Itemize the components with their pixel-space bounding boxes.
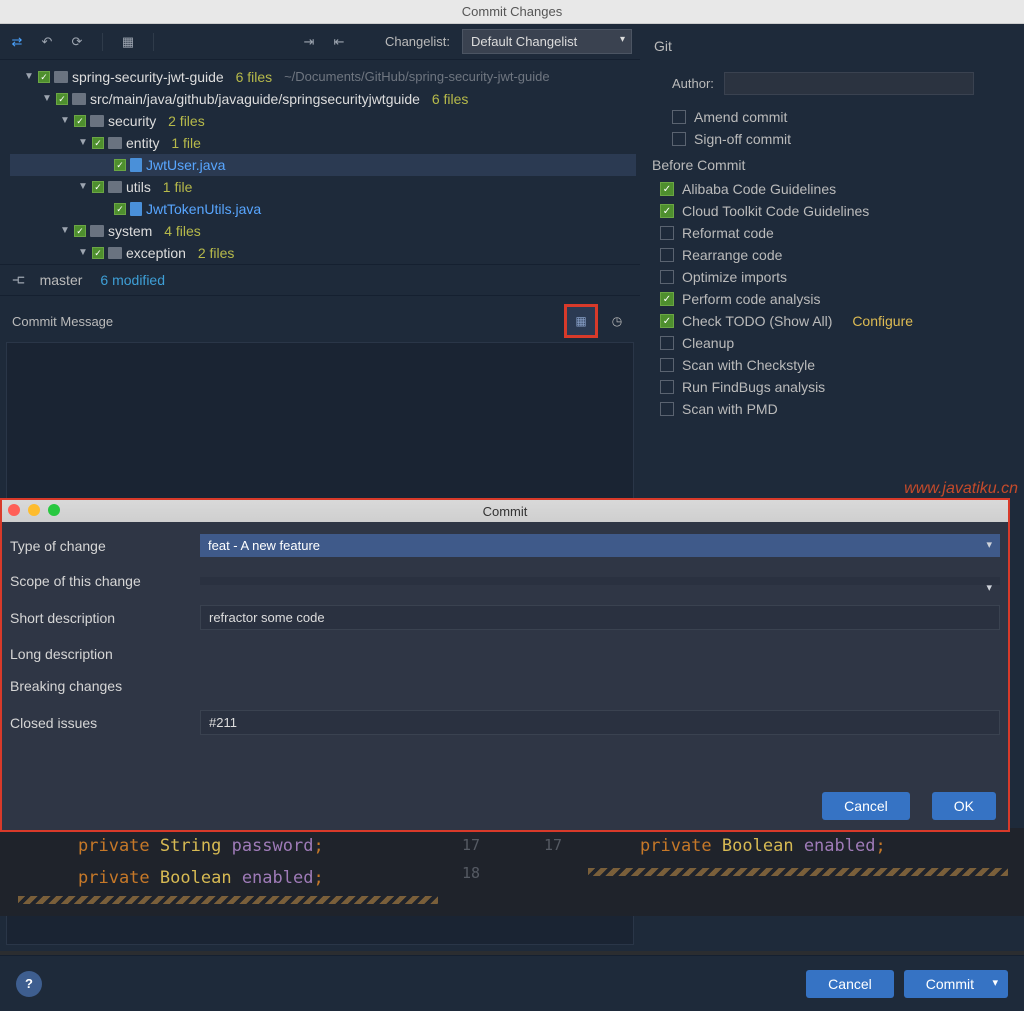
signoff-label: Sign-off commit (694, 131, 791, 147)
watermark: www.javatiku.cn (904, 480, 1018, 498)
tree-exception[interactable]: ▼exception 2 files (10, 242, 636, 264)
cancel-button[interactable]: Cancel (806, 970, 894, 998)
analysis-checkbox[interactable] (660, 292, 674, 306)
git-section-title: Git (652, 34, 1012, 68)
branch-name: master (40, 272, 83, 288)
tree-entity[interactable]: ▼entity 1 file (10, 132, 636, 154)
type-label: Type of change (10, 538, 190, 554)
signoff-checkbox[interactable] (672, 132, 686, 146)
breaking-label: Breaking changes (10, 678, 190, 694)
reformat-checkbox[interactable] (660, 226, 674, 240)
todo-checkbox[interactable] (660, 314, 674, 328)
dialog-ok-button[interactable]: OK (932, 792, 996, 820)
file-tree: ▼spring-security-jwt-guide 6 files ~/Doc… (0, 60, 640, 264)
tree-jwtuser[interactable]: JwtUser.java (10, 154, 636, 176)
short-input[interactable]: refractor some code (200, 605, 1000, 630)
tree-jwttoken[interactable]: JwtTokenUtils.java (10, 198, 636, 220)
closed-label: Closed issues (10, 715, 190, 731)
long-label: Long description (10, 646, 190, 662)
cloud-checkbox[interactable] (660, 204, 674, 218)
dialog-title-bar: Commit (2, 500, 1008, 522)
tree-security[interactable]: ▼security 2 files (10, 110, 636, 132)
author-label: Author: (672, 76, 714, 91)
before-commit-title: Before Commit (652, 157, 1012, 173)
amend-checkbox[interactable] (672, 110, 686, 124)
changelist-label: Changelist: (385, 34, 450, 49)
folder-icon (90, 115, 104, 127)
undo-icon[interactable]: ↶ (38, 33, 56, 51)
changelist-dropdown[interactable]: Default Changelist (462, 29, 632, 54)
closed-input[interactable]: #211 (200, 710, 1000, 735)
tree-src[interactable]: ▼src/main/java/github/javaguide/springse… (10, 88, 636, 110)
close-icon[interactable] (8, 504, 20, 516)
configure-link[interactable]: Configure (852, 313, 913, 329)
help-button[interactable]: ? (16, 971, 42, 997)
type-select[interactable]: feat - A new feature (200, 534, 1000, 557)
folder-icon (72, 93, 86, 105)
java-file-icon (130, 202, 142, 216)
folder-icon (54, 71, 68, 83)
folder-icon (90, 225, 104, 237)
footer: ? Cancel Commit (0, 955, 1024, 1011)
amend-label: Amend commit (694, 109, 787, 125)
folder-icon (108, 247, 122, 259)
checkstyle-checkbox[interactable] (660, 358, 674, 372)
short-label: Short description (10, 610, 190, 626)
folder-icon (108, 137, 122, 149)
history-icon[interactable]: ◷ (606, 310, 628, 332)
show-diff-icon[interactable]: ⇄ (8, 33, 26, 51)
minimize-icon[interactable] (28, 504, 40, 516)
commit-template-button[interactable]: ▦ (564, 304, 598, 338)
template-icon: ▦ (570, 310, 592, 332)
alibaba-checkbox[interactable] (660, 182, 674, 196)
commit-dialog: Commit Type of change feat - A new featu… (0, 498, 1010, 832)
pmd-checkbox[interactable] (660, 402, 674, 416)
modified-count[interactable]: 6 modified (100, 272, 165, 288)
findbugs-checkbox[interactable] (660, 380, 674, 394)
folder-icon (108, 181, 122, 193)
toolbar: ⇄ ↶ ⟳ ▦ ⇥ ⇤ Changelist: Default Changeli… (0, 24, 640, 60)
rearrange-checkbox[interactable] (660, 248, 674, 262)
zoom-icon[interactable] (48, 504, 60, 516)
diff-view: private String password; private Boolean… (0, 828, 1024, 916)
dialog-cancel-button[interactable]: Cancel (822, 792, 910, 820)
commit-message-label: Commit Message (12, 314, 113, 329)
refresh-icon[interactable]: ⟳ (68, 33, 86, 51)
java-file-icon (130, 158, 142, 172)
author-input[interactable] (724, 72, 974, 95)
branch-icon: ⑂ (8, 275, 26, 285)
scope-label: Scope of this change (10, 573, 190, 589)
scope-select[interactable] (200, 577, 1000, 585)
group-icon[interactable]: ▦ (119, 33, 137, 51)
title-bar: Commit Changes (0, 0, 1024, 24)
tree-utils[interactable]: ▼utils 1 file (10, 176, 636, 198)
expand-icon[interactable]: ⇥ (300, 33, 318, 51)
tree-system[interactable]: ▼system 4 files (10, 220, 636, 242)
commit-button[interactable]: Commit (904, 970, 1008, 998)
optimize-checkbox[interactable] (660, 270, 674, 284)
cleanup-checkbox[interactable] (660, 336, 674, 350)
collapse-icon[interactable]: ⇤ (330, 33, 348, 51)
line-gutter: 1717 18 (442, 828, 582, 882)
branch-bar: ⑂ master 6 modified (0, 264, 640, 296)
tree-root[interactable]: ▼spring-security-jwt-guide 6 files ~/Doc… (10, 66, 636, 88)
